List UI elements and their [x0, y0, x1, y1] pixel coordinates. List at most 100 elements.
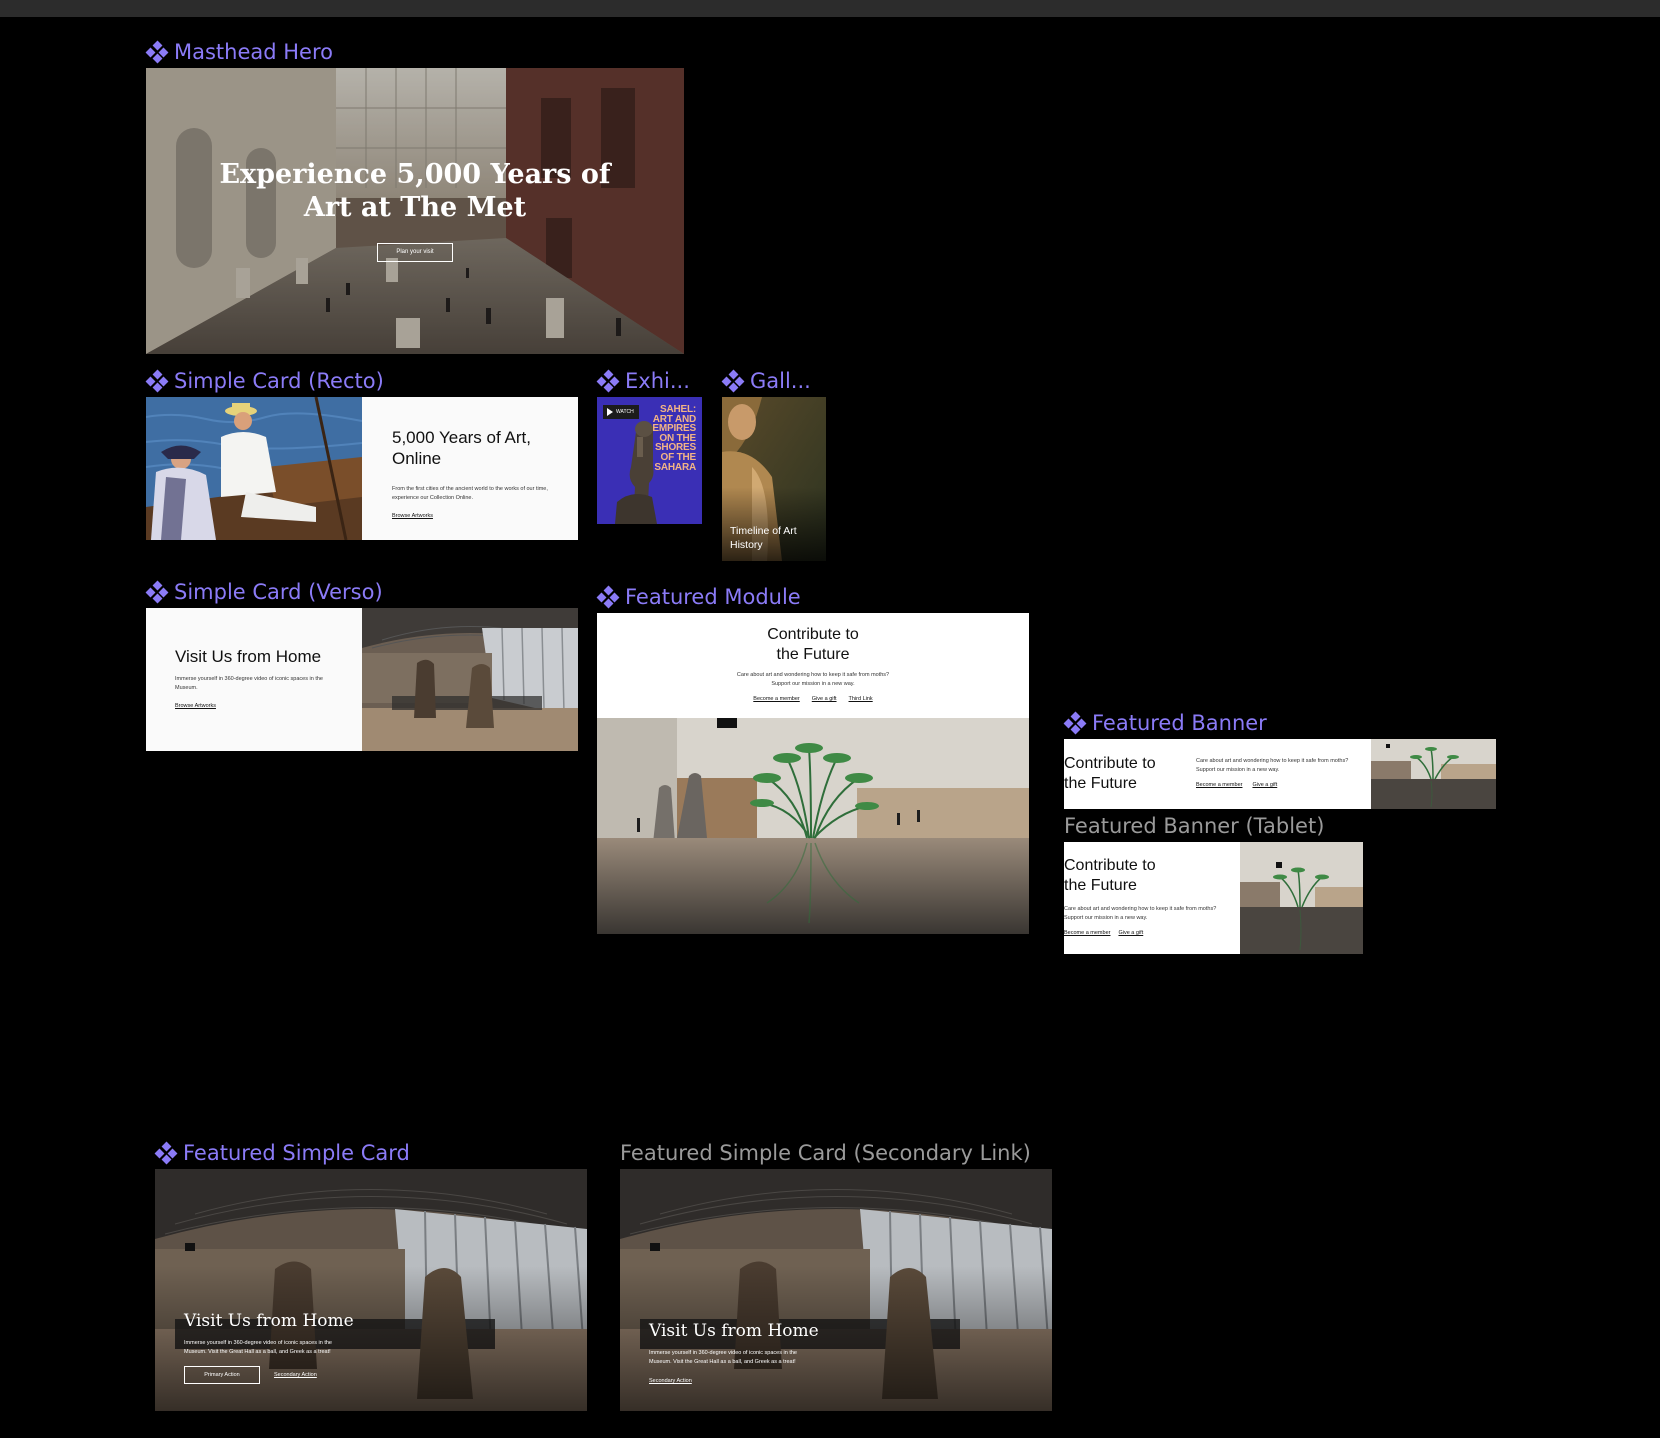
featured-simple-card-secondary-title: Visit Us from Home — [649, 1321, 819, 1341]
featured-banner-body-line-2: Support our mission in a new way. — [1196, 767, 1280, 773]
featured-banner-tablet-title-line-2: the Future — [1064, 877, 1137, 894]
gallery-title-line-1: Timeline of Art — [730, 525, 797, 537]
give-gift-link[interactable]: Give a gift — [1252, 781, 1277, 790]
featured-banner-body: Care about art and wondering how to keep… — [1196, 757, 1348, 790]
secondary-action-link[interactable]: Secondary Action — [649, 1378, 949, 1384]
featured-simple-card-actions: Primary Action Secondary Action — [184, 1366, 484, 1384]
banner-temple-image — [1371, 739, 1496, 809]
give-gift-link[interactable]: Give a gift — [1118, 929, 1143, 938]
component-icon — [154, 1141, 178, 1165]
featured-banner[interactable]: Contribute to the Future Care about art … — [1064, 739, 1496, 809]
become-member-link[interactable]: Become a member — [1064, 929, 1110, 938]
watch-button[interactable]: WATCH — [603, 405, 639, 419]
frame-label-text: Featured Banner — [1092, 711, 1267, 735]
featured-module-title-line-2: the Future — [776, 646, 850, 663]
recto-body: From the first cities of the ancient wor… — [392, 486, 548, 501]
featured-banner-title-line-2: the Future — [1064, 775, 1137, 792]
component-icon — [145, 580, 169, 604]
frame-label-text: Exhi... — [625, 369, 690, 393]
featured-banner-tablet-title: Contribute to the Future — [1064, 856, 1156, 896]
frame-label-gallery[interactable]: Gall... — [721, 369, 811, 393]
featured-module-body-line-2: Support our mission in a new way. — [771, 681, 855, 687]
component-icon — [596, 585, 620, 609]
gallery-title-line-2: History — [730, 539, 763, 551]
featured-simple-card-secondary-body-line-2: Museum. Visit the Great Hall as a ball, … — [649, 1359, 796, 1365]
exhibition-card[interactable]: WATCH SAHEL: ART AND EMPIRES ON THE SHOR… — [597, 397, 702, 524]
frame-label-text: Featured Module — [625, 585, 801, 609]
featured-banner-tablet[interactable]: Contribute to the Future Care about art … — [1064, 842, 1363, 954]
featured-module[interactable]: Contribute to the Future Care about art … — [597, 613, 1029, 934]
gallery-title: Timeline of Art History — [730, 524, 797, 552]
featured-banner-links: Become a member Give a gift — [1196, 781, 1348, 790]
recto-title-line-2: Online — [392, 449, 442, 468]
primary-action-button[interactable]: Primary Action — [184, 1366, 260, 1384]
frame-label-featured-banner-tablet[interactable]: Featured Banner (Tablet) — [1064, 814, 1324, 838]
recto-title-line-1: 5,000 Years of Art, — [392, 428, 531, 447]
become-member-link[interactable]: Become a member — [1196, 781, 1242, 790]
frame-label-masthead-hero[interactable]: Masthead Hero — [145, 40, 333, 64]
temple-of-dendur-image — [597, 718, 1029, 934]
plan-visit-button[interactable]: Plan your visit — [377, 243, 453, 262]
masthead-title-line-1: Experience 5,000 Years of — [219, 159, 611, 190]
featured-simple-card-secondary-body: Immerse yourself in 360-degree video of … — [649, 1349, 949, 1367]
featured-module-title-line-1: Contribute to — [767, 626, 859, 643]
frame-label-text: Featured Banner (Tablet) — [1064, 814, 1325, 838]
featured-simple-card[interactable]: Visit Us from Home Immerse yourself in 3… — [155, 1169, 587, 1411]
verso-title: Visit Us from Home — [175, 647, 322, 666]
temple-hall-image — [362, 608, 578, 751]
frame-label-featured-simple-card-secondary[interactable]: Featured Simple Card (Secondary Link) — [620, 1141, 1031, 1165]
frame-label-text: Featured Simple Card (Secondary Link) — [620, 1141, 1031, 1165]
featured-banner-tablet-body: Care about art and wondering how to keep… — [1064, 905, 1216, 938]
component-icon — [721, 369, 745, 393]
tablet-banner-temple-image — [1240, 842, 1363, 954]
frame-label-featured-banner[interactable]: Featured Banner — [1063, 711, 1267, 735]
frame-label-text: Featured Simple Card — [183, 1141, 410, 1165]
watch-label: WATCH — [616, 409, 634, 415]
editor-top-bar — [0, 0, 1660, 17]
recto-text-block: 5,000 Years of Art, Online From the firs… — [392, 427, 552, 519]
third-link[interactable]: Third Link — [849, 696, 873, 702]
featured-module-body-line-1: Care about art and wondering how to keep… — [736, 672, 890, 678]
component-icon — [1063, 711, 1087, 735]
component-icon — [145, 369, 169, 393]
boating-painting-image — [146, 397, 362, 540]
featured-module-text: Contribute to the Future Care about art … — [597, 625, 1029, 702]
component-icon — [596, 369, 620, 393]
featured-banner-title-line-1: Contribute to — [1064, 755, 1156, 772]
featured-banner-tablet-body-line-2: Support our mission in a new way. — [1064, 915, 1148, 921]
masthead-hero[interactable]: Experience 5,000 Years of Art at The Met… — [146, 68, 684, 354]
frame-label-exhibition[interactable]: Exhi... — [596, 369, 690, 393]
frame-label-simple-card-recto[interactable]: Simple Card (Recto) — [145, 369, 384, 393]
simple-card-recto[interactable]: 5,000 Years of Art, Online From the firs… — [146, 397, 578, 540]
frame-label-featured-simple-card[interactable]: Featured Simple Card — [154, 1141, 410, 1165]
secondary-action-link[interactable]: Secondary Action — [274, 1372, 317, 1378]
verso-browse-link[interactable]: Browse Artworks — [175, 703, 345, 709]
featured-banner-tablet-title-line-1: Contribute to — [1064, 857, 1156, 874]
frame-label-simple-card-verso[interactable]: Simple Card (Verso) — [145, 580, 383, 604]
verso-text-block: Visit Us from Home Immerse yourself in 3… — [175, 646, 345, 709]
simple-card-verso[interactable]: Visit Us from Home Immerse yourself in 3… — [146, 608, 578, 751]
recto-browse-link[interactable]: Browse Artworks — [392, 513, 552, 519]
featured-banner-tablet-body-line-1: Care about art and wondering how to keep… — [1064, 906, 1217, 912]
gallery-card[interactable]: Timeline of Art History — [722, 397, 826, 561]
featured-banner-body-line-1: Care about art and wondering how to keep… — [1196, 758, 1349, 764]
featured-simple-card-body-line-2: Museum. Visit the Great Hall as a ball, … — [184, 1349, 331, 1355]
frame-label-text: Simple Card (Verso) — [174, 580, 383, 604]
frame-label-text: Gall... — [750, 369, 811, 393]
give-gift-link[interactable]: Give a gift — [812, 696, 837, 702]
frame-label-text: Masthead Hero — [174, 40, 333, 64]
masthead-title: Experience 5,000 Years of Art at The Met — [146, 158, 684, 224]
become-member-link[interactable]: Become a member — [753, 696, 799, 702]
featured-simple-card-secondary-body-line-1: Immerse yourself in 360-degree video of … — [649, 1350, 797, 1356]
frame-label-featured-module[interactable]: Featured Module — [596, 585, 801, 609]
featured-module-title: Contribute to the Future — [597, 625, 1029, 665]
component-icon — [145, 40, 169, 64]
featured-simple-card-body: Immerse yourself in 360-degree video of … — [184, 1339, 484, 1357]
featured-simple-card-text: Visit Us from Home Immerse yourself in 3… — [184, 1311, 484, 1384]
recto-title: 5,000 Years of Art, Online — [392, 427, 552, 469]
featured-banner-tablet-links: Become a member Give a gift — [1064, 929, 1216, 938]
featured-simple-card-secondary-link[interactable]: Visit Us from Home Immerse yourself in 3… — [620, 1169, 1052, 1411]
featured-simple-card-secondary-text: Visit Us from Home Immerse yourself in 3… — [649, 1321, 949, 1384]
exhibition-title-line: SAHARA — [654, 461, 696, 473]
featured-banner-title: Contribute to the Future — [1064, 754, 1156, 794]
